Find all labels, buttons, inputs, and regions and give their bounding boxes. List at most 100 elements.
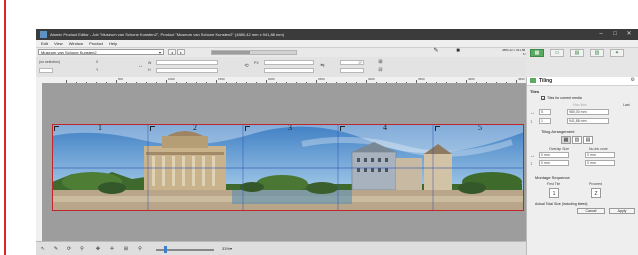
job-progress-fill [212,51,250,54]
menu-window[interactable]: Window [69,40,83,47]
position-x-field[interactable] [264,60,314,65]
y-label: Y [96,68,99,72]
product-page-count: 6 / 6 x [522,51,531,56]
tile-5-corner-mark [435,126,440,131]
properties-toolbar: (no selection) X Y ↔ W H ⟲ PX ⇋ 0° ⊞ ⊟ [36,57,526,78]
zoom-level[interactable]: 33%▾ [222,246,232,251]
menu-edit[interactable]: Edit [41,40,48,47]
x-label: X [96,60,99,64]
tab-media[interactable]: ▭ [550,49,564,57]
previous-product-button[interactable]: ◂ [168,49,176,55]
arrangement-grid-button[interactable]: ▦ [561,136,571,144]
height-field[interactable] [156,68,218,73]
w-label: W [148,61,152,65]
eyedropper-icon[interactable]: ✎ [432,48,440,55]
columns-field[interactable]: 5 [539,109,551,115]
panel-tabs: ▦ ▭ ▤ ▥ ✦ [526,48,638,77]
menu-view[interactable]: View [54,40,63,47]
product-size-info: 4880,42 x 941,88 mm 6 / 6 x [491,48,531,56]
no-ink-horizontal-field[interactable]: 0 mm [585,152,615,158]
first-tile-selector[interactable]: 1 [549,188,559,198]
tiling-icon [530,78,536,83]
arrangement-columns-button[interactable]: ▥ [572,136,582,144]
tiles-for-media-checkbox[interactable]: ✓ [541,96,545,101]
tool-status-bar: ↖ ✎ ⟳ ⚲ ✥ ✛ ⊞ ⚲ 33%▾ [36,241,526,255]
tile-height-field[interactable]: 941,88 mm [567,118,609,124]
tile-number: 5 [478,124,482,132]
app-icon [40,31,47,38]
window-title: Atomic Product Editor - Job "Museum van … [50,32,285,37]
title-bar: Atomic Product Editor - Job "Museum van … [36,29,638,40]
apply-button[interactable]: Apply [609,208,635,214]
overlap-vertical-field[interactable]: 0 mm [539,160,569,166]
tile-number: 2 [193,124,197,132]
panorama-picture [52,124,524,211]
grid-icon[interactable]: ⊞ [376,59,385,66]
ruler-label: 2000 [268,77,275,81]
tab-effects[interactable]: ✦ [610,49,624,57]
arrangement-rows-button[interactable]: ▤ [583,136,593,144]
cancel-button[interactable]: Cancel [577,208,605,214]
panel-header: Tiling ⚙ [527,77,638,86]
panorama-image[interactable]: 1 2 3 4 5 [52,124,524,211]
h-label: H [148,68,151,72]
tab-tiling[interactable]: ▦ [530,49,544,57]
select-tool-icon[interactable]: ↖ [39,245,47,253]
max-tiles-label: Max tiles [573,103,587,107]
gear-icon[interactable]: ⚙ [631,77,635,83]
selection-label: (no selection) [39,60,61,64]
fit-tool-icon[interactable]: ⊞ [122,245,130,253]
zoom-tool-icon[interactable]: ⚲ [78,245,86,253]
lock-icon[interactable]: ■ [454,48,462,55]
no-ink-vertical-field[interactable]: 0 mm [585,160,615,166]
zoom-out-icon[interactable]: ⚲ [136,245,144,253]
position-y-field[interactable] [264,68,314,73]
tile-width-field[interactable]: 980,00 mm [567,109,609,115]
close-button[interactable]: ✕ [624,31,634,38]
tile-number: 4 [383,124,387,132]
link-icon[interactable]: ↔ [136,63,145,70]
hand-tool-icon[interactable]: ✥ [94,245,102,253]
tiles-for-media-label: Tiles for current media [547,96,582,100]
tab-marks[interactable]: ▥ [590,49,604,57]
proceed-label: Proceed [589,182,603,186]
tile-2-corner-mark [150,126,155,131]
ruler-label: 3000 [368,77,375,81]
crosshair-tool-icon[interactable]: ✛ [108,245,116,253]
montage-sequence-heading: Montage Sequence [535,175,570,180]
zoom-slider-handle[interactable] [164,246,167,253]
height-icon: ↕ [530,161,533,167]
width-field[interactable] [156,60,218,65]
proceed-selector[interactable]: Z [591,188,601,198]
menu-product[interactable]: Product [89,40,103,47]
tile-number: 3 [288,124,292,132]
tab-layout[interactable]: ▤ [570,49,584,57]
overlap-horizontal-field[interactable]: 0 mm [539,152,569,158]
next-product-button[interactable]: ▸ [177,49,185,55]
px-label: PX [254,61,259,65]
canvas-area[interactable]: 1 2 3 4 5 [42,83,526,241]
width-icon: ↔ [530,153,535,159]
pen-tool-icon[interactable]: ✎ [52,245,60,253]
rotate-icon[interactable]: ⟲ [242,63,251,70]
menu-help[interactable]: Help [109,40,117,47]
maximize-button[interactable]: □ [610,31,620,38]
skew-field[interactable] [340,68,364,73]
chevron-down-icon: ▾ [230,246,233,251]
product-select-value: Museum van Schone Kunsten2 [41,50,97,55]
tiling-panel: Tiling ⚙ Tiles ✓ Tiles for current media… [526,77,638,255]
selection-field[interactable] [39,68,53,73]
product-select[interactable]: Museum van Schone Kunsten2 ▾ [38,49,164,55]
product-toolbar: Museum van Schone Kunsten2 ▾ ◂ ▸ ✎ ■ [36,48,526,57]
flip-icon[interactable]: ⇋ [318,63,327,70]
rows-field[interactable]: 1 [539,118,551,124]
angle-field[interactable]: 0° [340,60,364,65]
actual-total-size-label: Actual Total Size (including bleed) [535,202,588,206]
minimize-button[interactable]: – [596,31,606,38]
tile-1-corner-mark [54,126,59,131]
guides-icon[interactable]: ⊟ [376,67,385,74]
zoom-slider[interactable] [156,246,214,253]
tile-number: 1 [98,124,102,132]
rotate-tool-icon[interactable]: ⟳ [65,245,73,253]
height-icon: ↕ [530,119,533,125]
